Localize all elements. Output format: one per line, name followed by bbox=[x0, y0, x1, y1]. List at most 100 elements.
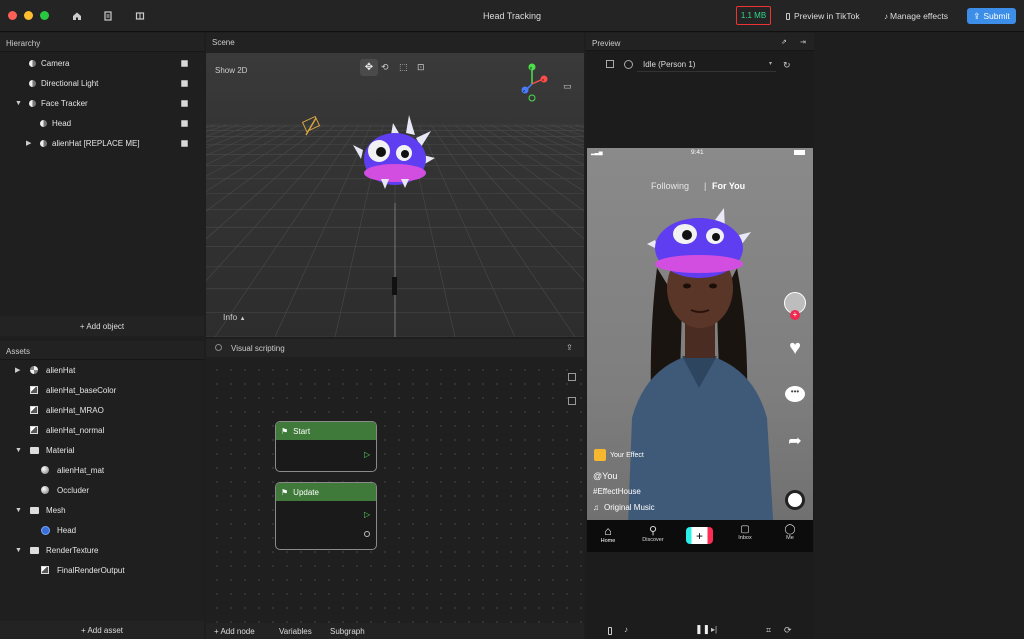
chevron-down-icon[interactable]: ▼ bbox=[15, 100, 22, 107]
axis-gizmo[interactable]: y x z bbox=[516, 62, 556, 106]
add-asset-button[interactable]: + Add asset bbox=[0, 621, 204, 639]
visual-scripting-footer: + Add node Variables Subgraph bbox=[206, 623, 584, 639]
submit-button[interactable]: ⇪ Submit bbox=[967, 8, 1016, 24]
folder-icon bbox=[30, 446, 39, 454]
asset-folder-mesh[interactable]: ▼ Mesh bbox=[0, 500, 204, 520]
person-icon[interactable] bbox=[624, 60, 633, 69]
asset-item[interactable]: alienHat_normal bbox=[0, 420, 204, 440]
phone-icon[interactable] bbox=[608, 627, 612, 635]
asset-item[interactable]: Occluder bbox=[0, 480, 204, 500]
asset-item[interactable]: alienHat_baseColor bbox=[0, 380, 204, 400]
tiktok-icon[interactable]: ♪ bbox=[624, 625, 628, 634]
variables-tab[interactable]: Variables bbox=[279, 627, 312, 636]
gizmo-z-label: z bbox=[523, 88, 525, 93]
fit-view-icon[interactable] bbox=[568, 373, 576, 381]
asset-folder-rendertexture[interactable]: ▼ RenderTexture bbox=[0, 540, 204, 560]
material-icon bbox=[41, 466, 49, 474]
music-label[interactable]: ♫ Original Music bbox=[593, 503, 655, 512]
file-size-badge: 1.1 MB bbox=[736, 6, 771, 25]
preview-in-tiktok-button[interactable]: Preview in TikTok bbox=[786, 11, 860, 21]
asset-item[interactable]: FinalRenderOutput bbox=[0, 560, 204, 580]
update-node[interactable]: ⚑ Update ▷ bbox=[275, 482, 377, 550]
chevron-down-icon[interactable]: ▼ bbox=[15, 507, 22, 514]
media-icon[interactable] bbox=[606, 60, 614, 68]
rotate-tool-icon[interactable]: ⟲ bbox=[381, 62, 389, 73]
chevron-right-icon[interactable]: ▶ bbox=[26, 139, 31, 147]
hierarchy-item-camera[interactable]: Camera bbox=[0, 53, 204, 73]
scale-tool-icon[interactable]: ⬚ bbox=[399, 62, 408, 73]
visibility-checkbox[interactable] bbox=[181, 59, 188, 67]
show-2d-toggle[interactable]: Show 2D bbox=[215, 66, 247, 75]
collapse-panel-icon[interactable]: ⇪ bbox=[566, 343, 573, 352]
hierarchy-item-alienhat[interactable]: ▶ alienHat [REPLACE ME] bbox=[0, 133, 204, 153]
tab-following[interactable]: Following bbox=[651, 181, 689, 191]
manage-effects-button[interactable]: ♪ Manage effects bbox=[884, 11, 948, 21]
asset-item[interactable]: ▶ alienHat bbox=[0, 360, 204, 380]
gizmo-y-label: y bbox=[530, 65, 532, 70]
username[interactable]: @You bbox=[593, 471, 617, 481]
exec-output-port[interactable]: ▷ bbox=[364, 510, 370, 519]
phone-icon bbox=[786, 12, 790, 20]
chevron-down-icon[interactable]: ▼ bbox=[15, 547, 22, 554]
popout-icon[interactable]: ⇗ bbox=[781, 38, 787, 46]
comment-icon[interactable]: ••• bbox=[784, 383, 806, 405]
nav-me[interactable]: ◯ Me bbox=[770, 524, 810, 541]
exec-output-port[interactable]: ▷ bbox=[364, 450, 370, 459]
info-toggle[interactable]: Info ▲ bbox=[223, 312, 246, 322]
nav-home[interactable]: ⌂ Home bbox=[588, 524, 628, 544]
hierarchy-item-directional-light[interactable]: Directional Light bbox=[0, 73, 204, 93]
add-object-button[interactable]: + Add object bbox=[0, 316, 204, 336]
scene-viewport[interactable]: Show 2D ✥ ⟲ ⬚ ⊡ y x z ▭ Info ▲ bbox=[206, 53, 584, 337]
effect-badge[interactable]: Your Effect bbox=[594, 449, 644, 461]
visibility-checkbox[interactable] bbox=[181, 79, 188, 87]
texture-icon bbox=[41, 566, 49, 574]
model-icon bbox=[30, 366, 38, 374]
visibility-checkbox[interactable] bbox=[181, 119, 188, 127]
nav-discover[interactable]: ⚲ Discover bbox=[633, 524, 673, 543]
texture-icon bbox=[30, 426, 38, 434]
move-tool-icon[interactable]: ✥ bbox=[360, 59, 378, 76]
asset-item[interactable]: alienHat_mat bbox=[0, 460, 204, 480]
visibility-checkbox[interactable] bbox=[181, 139, 188, 147]
step-forward-icon[interactable]: ▸| bbox=[711, 625, 717, 634]
visual-scripting-canvas[interactable] bbox=[206, 357, 584, 623]
value-output-port[interactable] bbox=[364, 531, 370, 537]
hierarchy-item-face-tracker[interactable]: ▼ Face Tracker bbox=[0, 93, 204, 113]
music-note-icon: ♫ bbox=[593, 503, 599, 512]
share-icon[interactable]: ➦ bbox=[784, 430, 806, 452]
music-disc-icon[interactable] bbox=[784, 489, 806, 511]
asset-item[interactable]: Head bbox=[0, 520, 204, 540]
rotate-screen-icon[interactable]: ⟳ bbox=[784, 625, 792, 636]
collapse-icon[interactable]: ⇥ bbox=[800, 38, 806, 46]
top-bar: Head Tracking 1.1 MB Preview in TikTok ♪… bbox=[0, 0, 1024, 32]
tab-divider: | bbox=[704, 181, 707, 191]
tiktok-icon: ♪ bbox=[884, 11, 888, 21]
transform-tool-icon[interactable]: ⊡ bbox=[417, 62, 425, 73]
visibility-checkbox[interactable] bbox=[181, 99, 188, 107]
subgraph-tab[interactable]: Subgraph bbox=[330, 627, 365, 636]
visual-scripting-title: Visual scripting bbox=[231, 344, 285, 353]
asset-folder-material[interactable]: ▼ Material bbox=[0, 440, 204, 460]
preview-mode-select[interactable]: Idle (Person 1) ▾ bbox=[637, 57, 776, 72]
zoom-icon[interactable] bbox=[568, 397, 576, 405]
asset-item[interactable]: alienHat_MRAO bbox=[0, 400, 204, 420]
crop-icon[interactable]: ⌗ bbox=[766, 625, 771, 636]
chevron-right-icon[interactable]: ▶ bbox=[15, 366, 20, 374]
add-node-button[interactable]: + Add node bbox=[214, 627, 255, 636]
pause-icon[interactable]: ❚❚ bbox=[695, 624, 710, 635]
chevron-down-icon[interactable]: ▼ bbox=[15, 447, 22, 454]
start-node[interactable]: ⚑ Start ▷ bbox=[275, 421, 377, 472]
camera-icon[interactable]: ▭ bbox=[563, 81, 572, 92]
create-plus-button[interactable]: + bbox=[686, 527, 713, 544]
nav-inbox[interactable]: ▢ Inbox bbox=[725, 524, 765, 541]
profile-avatar[interactable]: + bbox=[784, 292, 806, 320]
folder-icon bbox=[30, 506, 39, 514]
battery-icon bbox=[794, 150, 805, 155]
gizmo-x-label: x bbox=[542, 77, 544, 82]
tab-for-you[interactable]: For You bbox=[712, 181, 745, 191]
heart-icon[interactable]: ♥ bbox=[784, 337, 806, 359]
refresh-icon[interactable]: ↻ bbox=[783, 60, 791, 71]
hierarchy-item-head[interactable]: Head bbox=[0, 113, 204, 133]
hashtag[interactable]: #EffectHouse bbox=[593, 487, 641, 496]
chevron-up-icon: ▲ bbox=[239, 316, 246, 322]
